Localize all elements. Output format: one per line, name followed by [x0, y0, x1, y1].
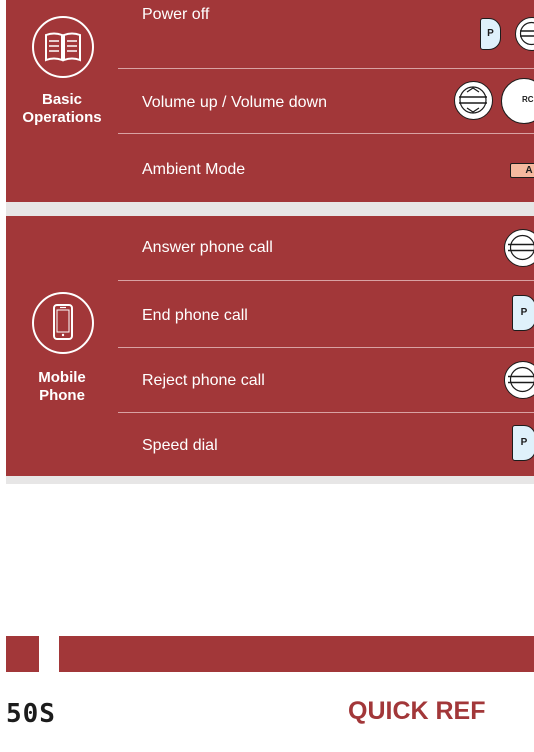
- footer-title: QUICK REF: [348, 697, 486, 725]
- action-label: Reject phone call: [142, 372, 265, 389]
- rc-button: RC: [501, 78, 534, 124]
- section-divider-strip: [6, 202, 534, 216]
- phone-button-glyph: P: [520, 307, 528, 318]
- action-label: Ambient Mode: [142, 161, 246, 178]
- brand-logo: 50S: [6, 699, 56, 729]
- action-label: Volume up / Volume down: [142, 94, 328, 111]
- category-title-line1: Basic: [41, 91, 83, 108]
- phone-button: P: [480, 18, 501, 50]
- ambient-button: A: [510, 163, 534, 178]
- phone-button-glyph: P: [520, 437, 528, 448]
- jog-dial: [504, 229, 534, 267]
- category-title: Basic Operations: [6, 91, 118, 127]
- action-label: End phone call: [142, 307, 248, 324]
- category-title-line1: Mobile: [38, 369, 86, 386]
- jog-dial: [454, 81, 493, 120]
- action-row: Volume up / Volume down RC: [118, 69, 534, 133]
- book-icon: [32, 16, 94, 78]
- category-title-line2: Operations: [22, 109, 102, 126]
- category-title: Mobile Phone: [6, 369, 118, 405]
- category-title-line2: Phone: [39, 387, 85, 404]
- section-divider-strip: [6, 476, 534, 484]
- action-row: Power off P: [118, 0, 534, 68]
- phone-button: P: [512, 295, 534, 331]
- rc-button-glyph: RC: [522, 95, 534, 104]
- footer-bar-right: [59, 636, 534, 672]
- footer-bar-left: [6, 636, 39, 672]
- action-row: End phone call P: [118, 281, 534, 347]
- phone-button-glyph: P: [487, 28, 494, 39]
- action-row: Speed dial P: [118, 413, 534, 476]
- action-label: Answer phone call: [142, 239, 273, 256]
- action-row: Reject phone call: [118, 348, 534, 412]
- action-label: Speed dial: [142, 437, 218, 454]
- jog-dial: [515, 17, 534, 51]
- ambient-button-glyph: A: [525, 165, 533, 176]
- action-row: Answer phone call: [118, 216, 534, 280]
- action-label: Power off: [142, 6, 210, 23]
- jog-dial: [504, 361, 534, 399]
- smartphone-icon: [32, 292, 94, 354]
- action-row: Ambient Mode A: [118, 134, 534, 202]
- phone-button: P: [512, 425, 534, 461]
